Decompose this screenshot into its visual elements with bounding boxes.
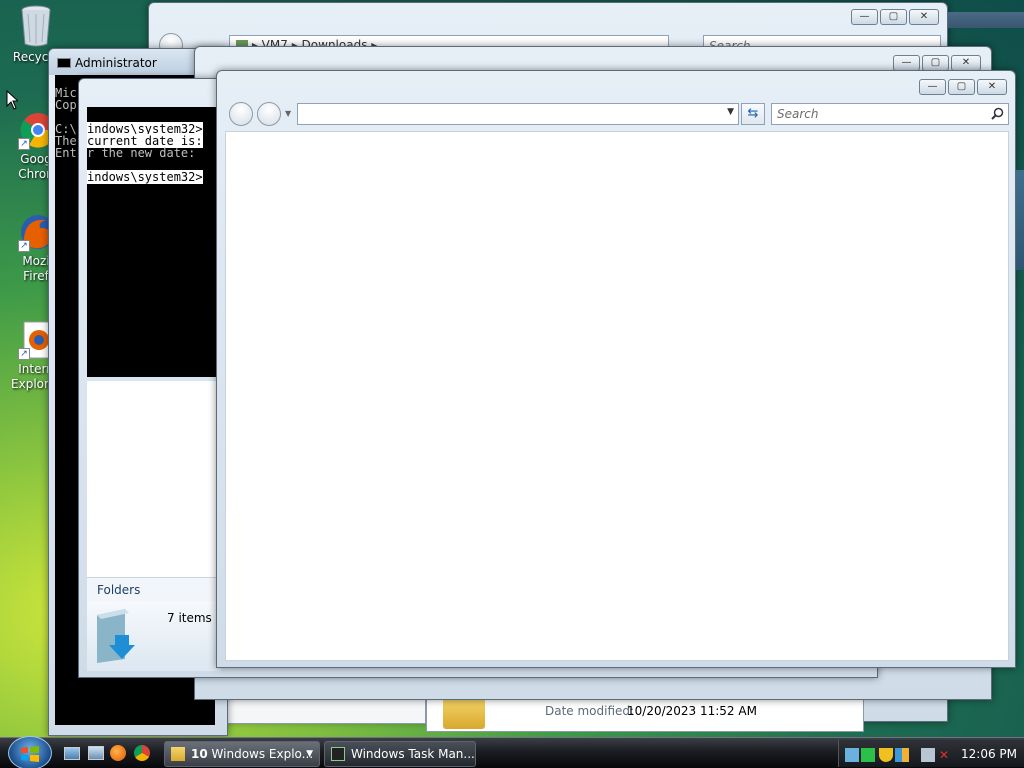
firefox-quicklaunch-icon[interactable]	[110, 745, 126, 761]
group-count: 10	[191, 747, 208, 761]
taskbar: 10 Windows Explo... ▼ Windows Task Man..…	[0, 736, 1024, 768]
tray-monitor-icon[interactable]	[861, 748, 875, 762]
back-button[interactable]	[229, 102, 253, 126]
taskbar-button-label: Windows Task Man...	[351, 747, 475, 761]
network-icon[interactable]	[921, 748, 935, 762]
file-list-area[interactable]	[225, 131, 1009, 661]
nav-pane	[87, 381, 221, 577]
notification-area: ✕ 12:06 PM	[838, 740, 1024, 767]
shortcut-arrow-icon: ↗	[18, 138, 30, 150]
console-line: Cop	[55, 98, 77, 112]
forward-button[interactable]	[257, 102, 281, 126]
tray-app-icon[interactable]	[845, 748, 859, 762]
close-button[interactable]: ✕	[977, 79, 1007, 95]
folder-icon	[171, 747, 185, 761]
details-pane: 7 items	[87, 601, 221, 671]
chrome-quicklaunch-icon[interactable]	[134, 745, 150, 761]
windows-logo-icon	[21, 746, 39, 762]
refresh-button[interactable]: ⇆	[741, 103, 765, 125]
address-dropdown-icon[interactable]: ▼	[727, 107, 734, 117]
console-line: indows\system32>	[87, 170, 203, 184]
folders-toggle[interactable]: Folders	[87, 577, 221, 601]
windows-update-icon[interactable]	[895, 748, 909, 762]
window-controls: — ▢ ✕	[851, 9, 939, 25]
switch-windows-icon[interactable]	[88, 746, 104, 760]
minimize-button[interactable]: —	[893, 55, 920, 71]
window-controls: — ▢ ✕	[919, 79, 1007, 95]
minimize-button[interactable]: —	[851, 9, 878, 25]
show-desktop-icon[interactable]	[64, 747, 80, 760]
taskbar-button-label: Windows Explo...	[211, 747, 314, 761]
taskbar-button-task-manager[interactable]: Windows Task Man...	[324, 741, 476, 767]
window-controls: — ▢ ✕	[893, 55, 981, 71]
clock[interactable]: 12:06 PM	[961, 747, 1017, 761]
search-icon[interactable]	[991, 107, 1004, 120]
address-bar[interactable]: ▼	[297, 103, 739, 125]
cmd-overlay-text: indows\system32> current date is: r the …	[87, 107, 221, 377]
mouse-cursor-icon	[6, 90, 18, 110]
minimize-button[interactable]: —	[919, 79, 946, 95]
volume-muted-icon[interactable]: ✕	[939, 748, 953, 762]
console-line: r the new date:	[87, 146, 196, 160]
shortcut-arrow-icon: ↗	[18, 240, 30, 252]
search-input[interactable]: Search	[771, 103, 1009, 125]
close-button[interactable]: ✕	[951, 55, 981, 71]
maximize-button[interactable]: ▢	[922, 55, 949, 71]
date-modified-value: 10/20/2023 11:52 AM	[627, 704, 757, 718]
cmd-title: Administrator	[75, 56, 157, 70]
recent-pages-chevron-icon[interactable]: ▼	[285, 109, 291, 118]
start-button[interactable]	[8, 736, 52, 768]
search-placeholder: Search	[777, 107, 819, 121]
folder-icon	[443, 697, 485, 729]
folder-download-icon	[95, 607, 141, 665]
date-modified-label: Date modified:	[545, 704, 635, 718]
maximize-button[interactable]: ▢	[948, 79, 975, 95]
close-button[interactable]: ✕	[909, 9, 939, 25]
items-count: 7 items	[167, 611, 212, 625]
partial-window-toolbar	[948, 12, 1024, 28]
group-dropdown-icon[interactable]: ▼	[306, 742, 313, 766]
shortcut-arrow-icon: ↗	[18, 348, 30, 360]
console-line: Ent	[55, 146, 77, 160]
recycle-bin-icon	[16, 4, 56, 47]
front-explorer-window[interactable]: — ▢ ✕ ▼ ▼ ⇆ Search	[216, 70, 1016, 668]
maximize-button[interactable]: ▢	[880, 9, 907, 25]
task-manager-icon	[331, 747, 345, 761]
taskbar-button-windows-explorer[interactable]: 10 Windows Explo... ▼	[164, 741, 320, 767]
cmd-icon	[57, 58, 71, 68]
security-shield-icon[interactable]	[879, 748, 893, 762]
partial-window-edge	[1016, 170, 1024, 270]
